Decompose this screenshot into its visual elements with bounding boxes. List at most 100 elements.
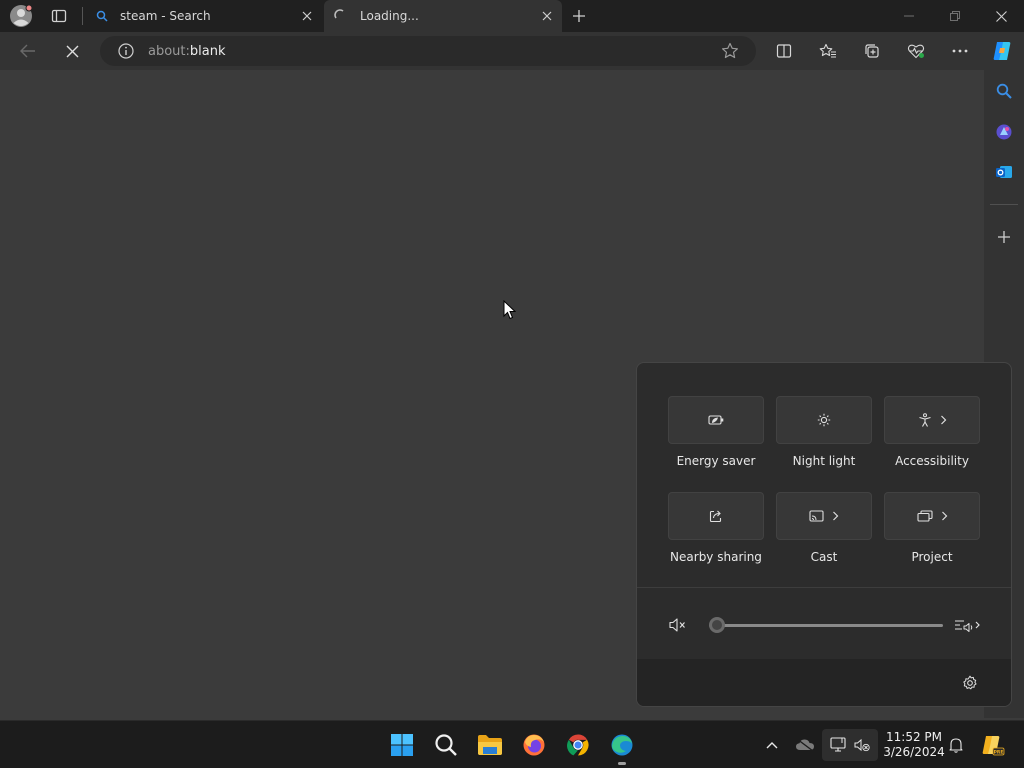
tile-label: Project [911, 550, 953, 564]
chevron-right-icon [940, 415, 946, 425]
close-window-button[interactable] [988, 6, 1014, 26]
firefox-button[interactable] [518, 729, 550, 761]
stop-loading-button[interactable] [60, 41, 84, 61]
tile-label: Night light [792, 454, 856, 468]
info-icon[interactable] [118, 43, 134, 59]
tile-label: Accessibility [895, 454, 969, 468]
network-icon [830, 737, 846, 752]
minimize-button[interactable] [896, 6, 922, 26]
url-text: about:blank [148, 43, 226, 59]
chrome-icon [567, 734, 589, 756]
notifications-button[interactable] [944, 729, 968, 761]
arrow-left-icon [20, 44, 35, 58]
settings-button[interactable] [959, 673, 981, 693]
cast-button[interactable] [776, 492, 872, 540]
taskbar-search-button[interactable] [430, 729, 462, 761]
chrome-button[interactable] [562, 729, 594, 761]
panel-footer [637, 659, 1011, 706]
profile-icon [10, 4, 33, 27]
sidebar-outlook-button[interactable] [990, 161, 1018, 183]
heart-pulse-icon [907, 44, 925, 59]
start-button[interactable] [386, 729, 418, 761]
sidebar-copilot-designer-button[interactable] [990, 121, 1018, 143]
tab-steam-search[interactable]: steam - Search [86, 0, 322, 32]
more-horizontal-icon [952, 49, 968, 53]
chevron-up-icon [766, 742, 778, 749]
gear-icon [963, 675, 977, 690]
tile-label: Nearby sharing [670, 550, 762, 564]
svg-text:PRE: PRE [994, 750, 1004, 756]
accessibility-button[interactable] [884, 396, 980, 444]
night-light-toggle[interactable] [776, 396, 872, 444]
restore-icon [950, 11, 960, 21]
onedrive-tray-icon[interactable] [790, 729, 820, 761]
split-screen-icon [776, 44, 792, 58]
collections-icon [865, 44, 879, 58]
favorite-star-icon[interactable] [721, 42, 739, 60]
plus-icon [998, 231, 1010, 243]
tile-label: Cast [810, 550, 838, 564]
designer-icon [996, 124, 1012, 140]
browser-essentials-button[interactable] [904, 41, 928, 61]
energy-saver-icon [708, 415, 724, 425]
collections-button[interactable] [860, 41, 884, 61]
chevron-right-icon [833, 511, 839, 521]
taskbar: 11:52 PM 3/26/2024 PRE [0, 720, 1024, 768]
cloud-off-icon [796, 738, 814, 752]
chevron-right-icon [941, 511, 947, 521]
copilot-icon: PRE [982, 736, 1005, 756]
edge-icon [611, 734, 633, 756]
volume-muted-icon [669, 618, 685, 632]
panel-divider [637, 587, 1011, 588]
audio-settings-icon [955, 620, 980, 632]
mute-button[interactable] [665, 615, 689, 635]
night-light-icon [817, 413, 831, 427]
edge-button[interactable] [606, 729, 638, 761]
split-screen-button[interactable] [772, 41, 796, 61]
energy-saver-toggle[interactable] [668, 396, 764, 444]
close-tab-button[interactable] [300, 9, 314, 23]
clock-date: 3/26/2024 [883, 745, 945, 759]
restore-button[interactable] [942, 6, 968, 26]
volume-track [709, 624, 943, 627]
bell-icon [949, 738, 963, 753]
tab-title: Loading... [360, 9, 419, 23]
copilot-icon [993, 42, 1011, 60]
quick-settings-panel: Energy saver Night light Accessibility N… [636, 362, 1012, 707]
windows-logo-icon [391, 734, 413, 756]
search-icon [435, 734, 457, 756]
audio-output-button[interactable] [953, 615, 983, 635]
sidebar-add-button[interactable] [990, 226, 1018, 248]
volume-slider[interactable] [709, 616, 943, 634]
firefox-icon [523, 734, 545, 756]
address-bar[interactable]: about:blank [100, 36, 756, 66]
network-volume-tray-button[interactable] [822, 729, 878, 761]
tab-loading[interactable]: Loading... [324, 0, 562, 32]
vertical-tabs-button[interactable] [48, 6, 70, 26]
favorites-button[interactable] [816, 41, 840, 61]
tab-actions-icon [51, 9, 67, 23]
close-icon [995, 10, 1007, 22]
back-button[interactable] [16, 41, 40, 61]
sidebar-search-button[interactable] [990, 80, 1018, 102]
favorites-icon [819, 43, 836, 58]
project-icon [916, 510, 933, 522]
volume-thumb[interactable] [709, 617, 725, 633]
file-explorer-button[interactable] [474, 729, 506, 761]
loading-spinner-icon [334, 9, 344, 19]
search-icon [996, 83, 1012, 99]
profile-avatar[interactable] [8, 3, 34, 29]
copilot-taskbar-button[interactable]: PRE [976, 729, 1008, 761]
tab-title: steam - Search [120, 9, 211, 23]
settings-more-button[interactable] [948, 41, 972, 61]
project-button[interactable] [884, 492, 980, 540]
search-icon [96, 10, 108, 22]
nearby-sharing-toggle[interactable] [668, 492, 764, 540]
show-hidden-icons-button[interactable] [758, 729, 786, 761]
active-app-indicator [618, 762, 626, 765]
new-tab-button[interactable] [568, 6, 590, 26]
close-icon [302, 11, 312, 21]
copilot-button[interactable] [988, 38, 1016, 64]
taskbar-clock[interactable]: 11:52 PM 3/26/2024 [880, 730, 948, 760]
close-tab-button[interactable] [540, 9, 554, 23]
